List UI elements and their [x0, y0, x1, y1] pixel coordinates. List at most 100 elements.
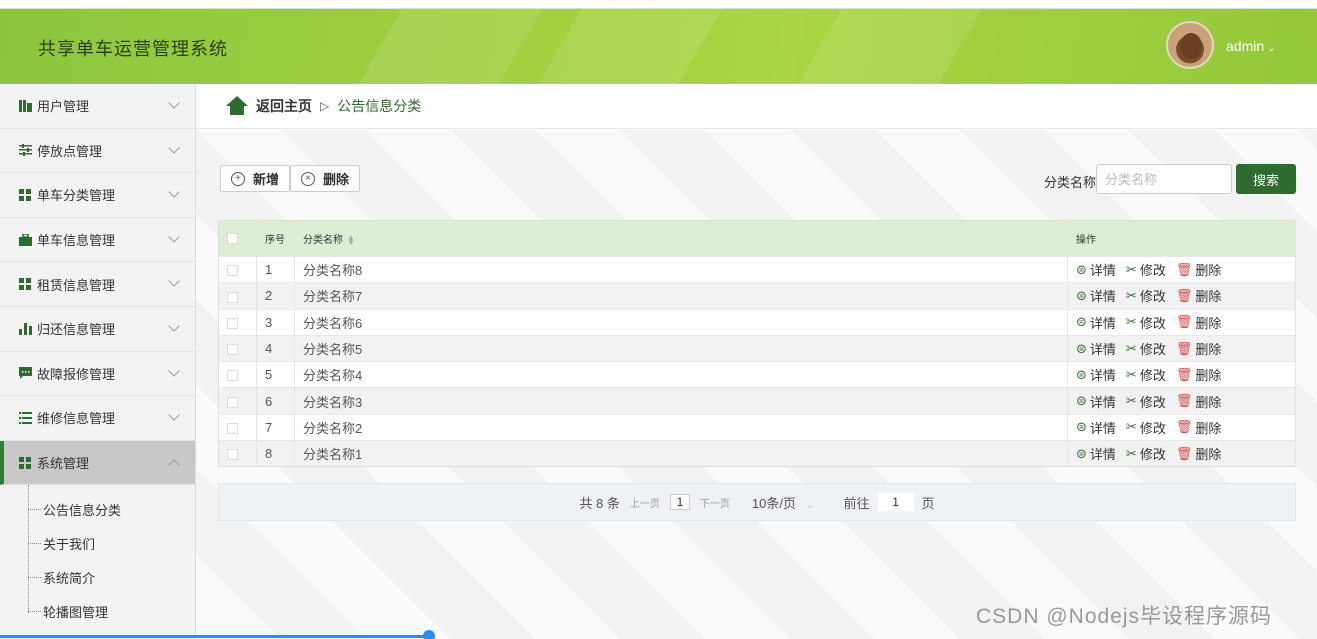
- next-page-button[interactable]: 下一页: [700, 495, 730, 510]
- row-ops: ⊜ 详情 ✂ 修改 🗑 删除: [1067, 361, 1296, 388]
- detail-label: 详情: [1089, 342, 1116, 358]
- edit-button[interactable]: ✂ 修改: [1126, 260, 1166, 279]
- app-title: 共享单车运营管理系统: [38, 39, 228, 60]
- detail-icon: ⊜: [1076, 261, 1087, 277]
- goto-label: 前往: [843, 495, 870, 511]
- sidebar-item-bike-category[interactable]: 单车分类管理: [0, 173, 195, 218]
- column-header-ops: 操作: [1067, 220, 1296, 257]
- detail-label: 详情: [1089, 394, 1116, 410]
- grid-icon: [18, 277, 32, 291]
- detail-button[interactable]: ⊜ 详情: [1076, 313, 1116, 332]
- sliders-icon: [18, 143, 32, 157]
- table-row: 2 分类名称7 ⊜ 详情 ✂ 修改 🗑 删除: [218, 282, 1296, 310]
- tools-icon: ✂: [1125, 445, 1137, 461]
- edit-button[interactable]: ✂ 修改: [1126, 365, 1166, 384]
- page-number-current[interactable]: 1: [669, 494, 690, 510]
- prev-page-button[interactable]: 上一页: [630, 495, 660, 510]
- edit-button[interactable]: ✂ 修改: [1126, 392, 1166, 411]
- tools-icon: ✂: [1125, 287, 1137, 303]
- row-delete-button[interactable]: 🗑 删除: [1176, 339, 1222, 358]
- sidebar-item-maintenance[interactable]: 维修信息管理: [0, 396, 195, 441]
- sidebar-item-label: 单车分类管理: [37, 188, 116, 204]
- row-delete-button[interactable]: 🗑 删除: [1176, 260, 1222, 279]
- row-delete-button[interactable]: 🗑 删除: [1176, 365, 1222, 384]
- row-checkbox[interactable]: [227, 370, 238, 382]
- sidebar-item-label: 归还信息管理: [37, 322, 116, 338]
- home-icon[interactable]: [226, 96, 248, 116]
- row-checkbox[interactable]: [227, 317, 238, 329]
- detail-button[interactable]: ⊜ 详情: [1076, 365, 1116, 384]
- row-delete-button[interactable]: 🗑 删除: [1176, 444, 1222, 463]
- detail-button[interactable]: ⊜ 详情: [1076, 444, 1116, 463]
- edit-button[interactable]: ✂ 修改: [1126, 339, 1166, 358]
- detail-button[interactable]: ⊜ 详情: [1076, 392, 1116, 411]
- tools-icon: ✂: [1125, 314, 1137, 330]
- detail-label: 详情: [1089, 289, 1116, 305]
- edit-button[interactable]: ✂ 修改: [1126, 313, 1166, 332]
- row-checkbox[interactable]: [227, 344, 238, 356]
- row-index: 5: [256, 361, 295, 388]
- detail-icon: ⊜: [1076, 419, 1087, 435]
- video-progress-bar[interactable]: [0, 635, 430, 638]
- delete-button[interactable]: × 删除: [290, 165, 361, 192]
- user-menu[interactable]: admin ⌄: [1226, 38, 1276, 54]
- detail-icon: ⊜: [1076, 314, 1087, 330]
- row-name: 分类名称7: [294, 282, 1068, 310]
- tools-icon: ✂: [1125, 393, 1137, 409]
- detail-icon: ⊜: [1076, 393, 1087, 409]
- detail-icon: ⊜: [1076, 445, 1087, 461]
- chevron-down-icon: [168, 275, 180, 288]
- trash-icon: 🗑: [1175, 314, 1193, 330]
- breadcrumb: 返回主页 ▷ 公告信息分类: [196, 84, 1317, 129]
- row-checkbox[interactable]: [227, 449, 238, 461]
- page-size-select[interactable]: 10条/页 ⌄: [752, 493, 814, 512]
- sidebar-item-parking[interactable]: 停放点管理: [0, 129, 195, 174]
- search-button[interactable]: 搜索: [1236, 164, 1296, 194]
- detail-button[interactable]: ⊜ 详情: [1076, 339, 1116, 358]
- plus-circle-icon: +: [231, 171, 245, 186]
- row-name: 分类名称6: [294, 308, 1068, 336]
- video-progress-handle[interactable]: [423, 630, 435, 639]
- goto-page-input[interactable]: 1: [877, 493, 914, 511]
- row-select-cell: [218, 413, 257, 441]
- detail-button[interactable]: ⊜ 详情: [1076, 286, 1116, 305]
- row-delete-button[interactable]: 🗑 删除: [1176, 418, 1222, 437]
- sidebar-item-repair-report[interactable]: 故障报修管理: [0, 352, 195, 397]
- column-header-name[interactable]: 分类名称 ▲ ▼: [294, 220, 1068, 257]
- detail-button[interactable]: ⊜ 详情: [1076, 260, 1116, 279]
- user-avatar[interactable]: [1166, 21, 1214, 69]
- detail-button[interactable]: ⊜ 详情: [1076, 418, 1116, 437]
- sidebar-item-label: 故障报修管理: [37, 366, 116, 382]
- row-checkbox[interactable]: [227, 291, 238, 303]
- row-checkbox[interactable]: [227, 422, 238, 434]
- chevron-down-icon: ⌄: [805, 499, 814, 510]
- sidebar-subitem-notice-category[interactable]: 公告信息分类: [0, 492, 195, 526]
- sidebar-subitem-carousel[interactable]: 轮播图管理: [0, 594, 195, 628]
- sidebar-item-bike-info[interactable]: 单车信息管理: [0, 218, 195, 263]
- add-button[interactable]: + 新增: [220, 165, 291, 192]
- main-content: + 新增 × 删除 分类名称 搜索 序号 分类名称▲▼ 操作 1分类名称8⊜详情…: [196, 130, 1317, 639]
- edit-button[interactable]: ✂ 修改: [1126, 418, 1166, 437]
- sidebar-subitem-intro[interactable]: 系统简介: [0, 560, 195, 594]
- sidebar-subitem-about[interactable]: 关于我们: [0, 526, 195, 560]
- chevron-down-icon: [168, 97, 180, 109]
- row-delete-button[interactable]: 🗑 删除: [1176, 392, 1222, 411]
- search-input[interactable]: [1096, 164, 1232, 194]
- sort-icon[interactable]: ▲ ▼: [347, 234, 355, 247]
- row-checkbox[interactable]: [227, 265, 238, 277]
- breadcrumb-home-link[interactable]: 返回主页: [256, 96, 312, 116]
- sidebar-item-users[interactable]: 用户管理: [0, 84, 195, 129]
- row-checkbox[interactable]: [227, 396, 238, 408]
- sidebar-item-system[interactable]: 系统管理: [0, 440, 195, 486]
- edit-button[interactable]: ✂ 修改: [1126, 286, 1166, 305]
- row-delete-button[interactable]: 🗑 删除: [1176, 286, 1222, 305]
- select-all-checkbox[interactable]: [227, 232, 238, 244]
- edit-label: 修改: [1139, 368, 1166, 384]
- row-name: 分类名称5: [294, 334, 1068, 362]
- edit-button[interactable]: ✂ 修改: [1126, 444, 1166, 463]
- row-delete-button[interactable]: 🗑 删除: [1176, 313, 1222, 332]
- row-ops: ⊜ 详情 ✂ 修改 🗑 删除: [1067, 413, 1296, 441]
- sidebar-item-return[interactable]: 归还信息管理: [0, 307, 195, 352]
- column-header-name-label: 分类名称: [303, 235, 343, 246]
- sidebar-item-rental[interactable]: 租赁信息管理: [0, 262, 195, 307]
